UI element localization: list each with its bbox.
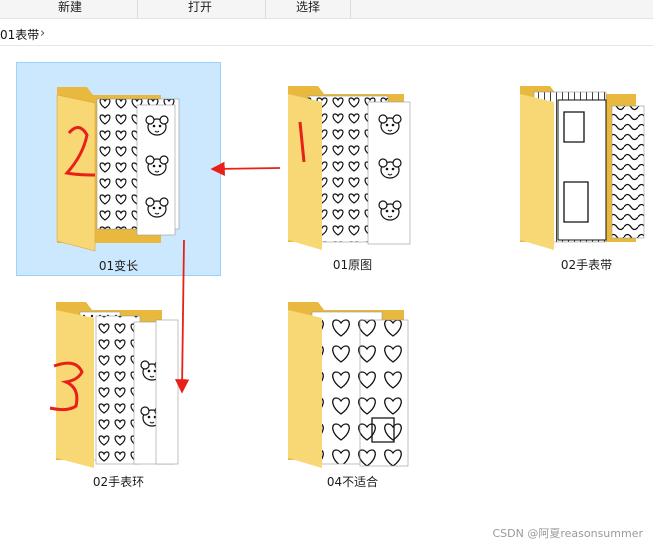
open-button[interactable]: 打开 xyxy=(160,0,240,18)
ribbon-divider xyxy=(265,0,266,18)
ribbon-bar: 新建 打开 选择 xyxy=(0,0,653,19)
folder-label: 02手表带 xyxy=(560,258,613,272)
folder-label: 02手表环 xyxy=(92,475,145,489)
address-bar[interactable]: 01表带 › xyxy=(0,25,653,46)
folder-01-bianchang[interactable]: 01变长 xyxy=(16,62,221,276)
folder-icon xyxy=(49,302,179,468)
folder-icon xyxy=(520,86,645,250)
new-button[interactable]: 新建 xyxy=(30,0,110,18)
chevron-right-icon[interactable]: › xyxy=(40,26,45,41)
folder-02-shoubiaohuan[interactable]: 02手表环 xyxy=(16,288,221,502)
folder-label: 04不适合 xyxy=(326,475,379,489)
folder-label: 01原图 xyxy=(332,258,373,272)
breadcrumb-folder[interactable]: 01表带 xyxy=(0,27,39,43)
folder-icon xyxy=(288,302,409,468)
folder-04-bushihe[interactable]: 04不适合 xyxy=(250,288,455,502)
watermark: CSDN @阿夏reasonsummer xyxy=(492,527,643,540)
ribbon-divider xyxy=(350,0,351,18)
select-button[interactable]: 选择 xyxy=(268,0,348,18)
ribbon-divider xyxy=(137,0,138,18)
folder-01-yuantu[interactable]: 01原图 xyxy=(250,62,455,276)
folder-icon xyxy=(56,87,180,252)
folder-label: 01变长 xyxy=(98,259,139,273)
folder-02-shoubiaodai[interactable]: 02手表带 xyxy=(484,62,653,276)
folder-icon xyxy=(288,86,411,250)
